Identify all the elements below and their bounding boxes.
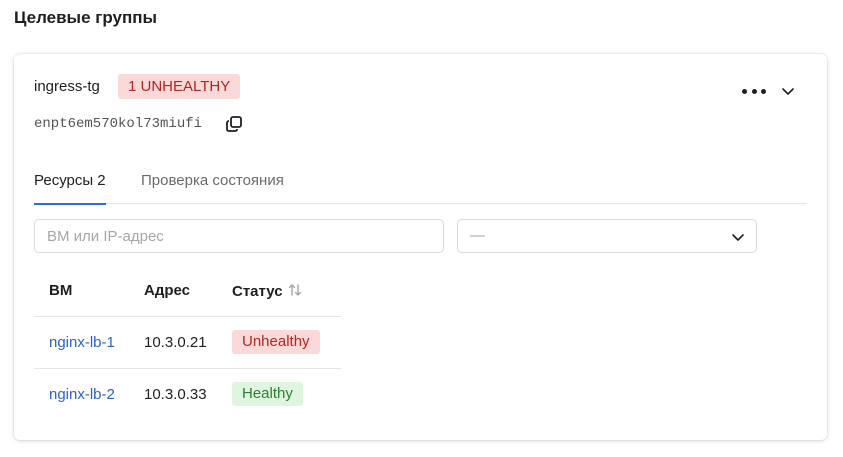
vm-link[interactable]: nginx-lb-1	[49, 334, 115, 351]
vm-link[interactable]: nginx-lb-2	[49, 386, 115, 403]
status-cell: Unhealthy	[217, 316, 341, 369]
target-group-card: ingress-tg 1 UNHEALTHY enpt6em570kol73mi…	[14, 54, 827, 440]
tab-health-check[interactable]: Проверка состояния	[141, 172, 284, 204]
page-title: Целевые группы	[14, 8, 158, 27]
sort-icon[interactable]	[287, 282, 303, 298]
copy-icon[interactable]	[224, 114, 244, 134]
address-cell: 10.3.0.21	[129, 316, 217, 369]
tabs: Ресурсы 2 Проверка состояния	[34, 172, 807, 205]
table-row: nginx-lb-2 10.3.0.33 Healthy	[34, 368, 341, 420]
chevron-down-icon[interactable]	[780, 83, 796, 99]
status-select[interactable]: —	[457, 219, 757, 253]
tab-resources[interactable]: Ресурсы 2	[34, 172, 106, 205]
more-dots-icon[interactable]	[742, 84, 766, 98]
status-select-value: —	[470, 227, 485, 244]
page: Целевые группы ingress-tg 1 UNHEALTHY en…	[0, 0, 843, 457]
column-header-vm: ВМ	[34, 266, 129, 317]
table-header-row: ВМ Адрес Статус	[34, 266, 341, 317]
vm-cell: nginx-lb-1	[34, 316, 129, 369]
address-cell: 10.3.0.33	[144, 385, 207, 403]
search-input[interactable]	[34, 219, 444, 253]
table-row: nginx-lb-1 10.3.0.21 Unhealthy	[34, 316, 341, 369]
status-badge: Unhealthy	[232, 330, 320, 354]
column-header-status-label: Статус	[232, 282, 283, 300]
status-cell: Healthy	[217, 368, 341, 420]
column-header-status[interactable]: Статус	[217, 266, 341, 317]
vm-cell: nginx-lb-2	[34, 368, 129, 420]
resources-table: ВМ Адрес Статус nginx-lb-1 10.3.0.21 Unh…	[34, 266, 341, 420]
column-header-address: Адрес	[129, 266, 217, 317]
unhealthy-count-badge: 1 UNHEALTHY	[118, 74, 241, 99]
status-badge: Healthy	[232, 382, 303, 407]
target-group-id: enpt6em570kol73miufi	[34, 116, 203, 132]
target-group-name: ingress-tg	[34, 78, 100, 95]
chevron-down-icon	[732, 234, 744, 241]
